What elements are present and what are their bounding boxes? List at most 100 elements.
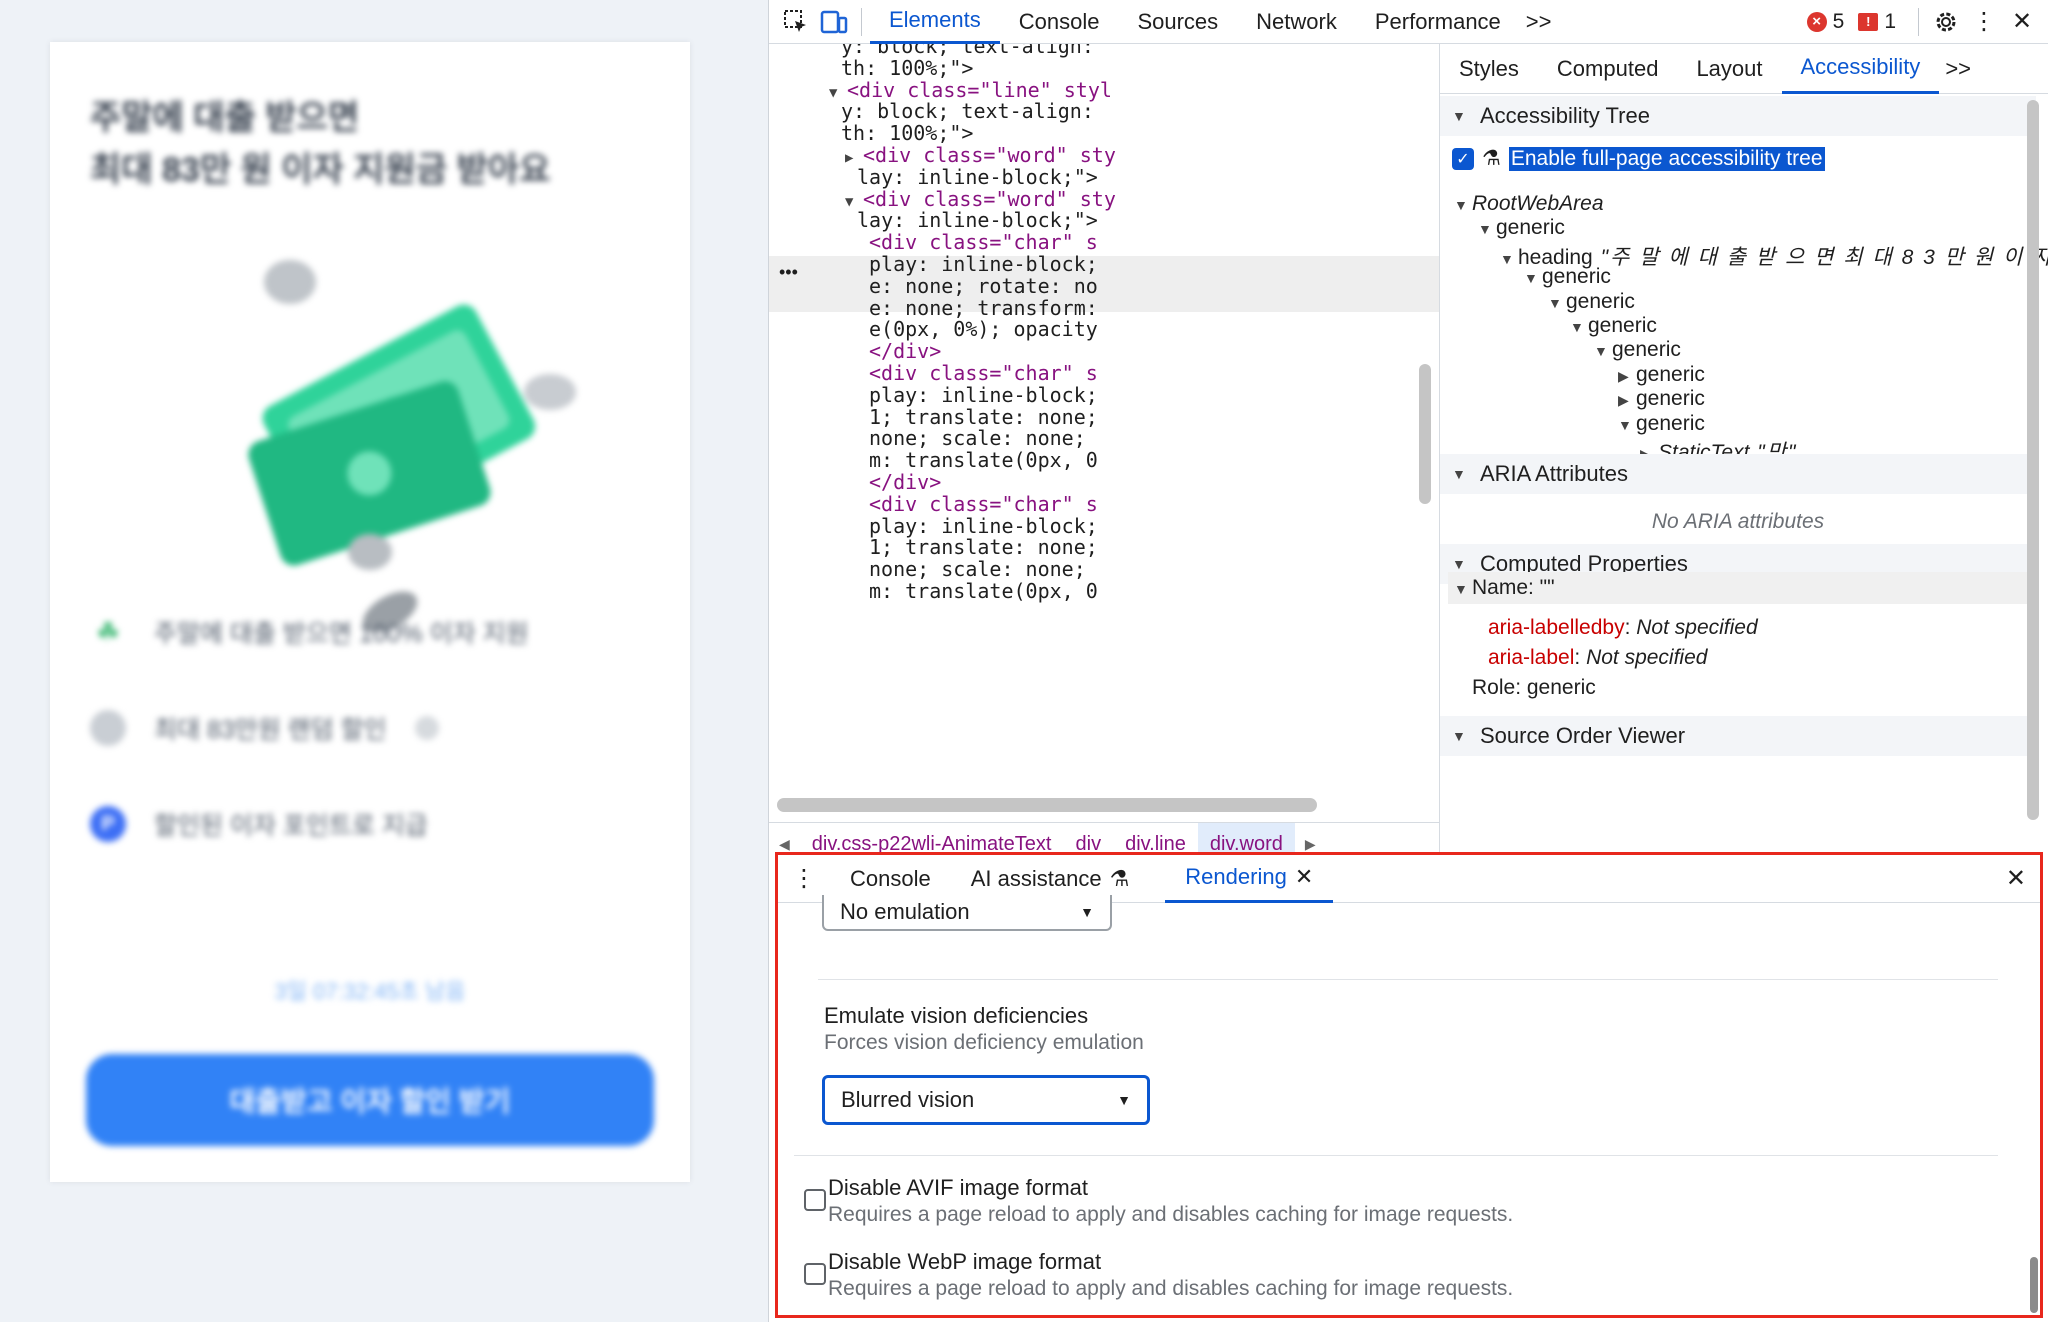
collapse-triangle-icon[interactable]: ▼	[845, 194, 863, 210]
device-toolbar-icon[interactable]	[815, 0, 853, 44]
collapse-triangle-icon[interactable]: ▼	[1454, 197, 1472, 213]
ax-tree-node[interactable]: ▶ generic	[1618, 363, 1705, 387]
dom-code-line[interactable]: none; scale: none;	[869, 426, 1086, 450]
disable-avif-checkbox-wrap[interactable]	[804, 1189, 826, 1217]
ax-tree-node[interactable]: ▼ generic	[1618, 412, 1705, 436]
row-actions-ellipsis-icon[interactable]: •••	[779, 262, 798, 283]
role-row: Role: generic	[1472, 676, 1596, 699]
collapse-triangle-icon[interactable]: ▼	[1478, 221, 1496, 237]
dom-code-line[interactable]: lay: inline-block;">	[857, 208, 1098, 232]
dom-code-line[interactable]: play: inline-block;	[869, 383, 1098, 407]
dom-code-line[interactable]: play: inline-block;	[869, 252, 1098, 276]
dom-code-line[interactable]: none; scale: none;	[869, 557, 1086, 581]
toolbar-divider	[1918, 7, 1919, 36]
dom-code-line[interactable]: </div>	[869, 339, 941, 363]
dom-code-line[interactable]: <div class="char" s	[869, 230, 1098, 254]
toolbar-divider	[861, 7, 862, 36]
elements-horizontal-scrollbar[interactable]	[777, 798, 1317, 812]
no-aria-message: No ARIA attributes	[1651, 510, 1825, 533]
computed-name-row[interactable]: ▼ Name: ""	[1448, 572, 2036, 604]
expand-triangle-icon[interactable]: ▶	[1618, 368, 1636, 385]
breadcrumb-item[interactable]: div	[1064, 833, 1114, 854]
dom-code-line[interactable]: e: none; transform:	[869, 296, 1098, 320]
tab-network[interactable]: Network	[1237, 0, 1356, 44]
dom-breadcrumb: ◀ div.css-p22wli-AnimateText div div.lin…	[769, 822, 1439, 854]
breadcrumb-item-selected[interactable]: div.word	[1197, 823, 1295, 854]
dom-code-line[interactable]: th: 100%;">	[841, 121, 973, 145]
tab-console[interactable]: Console	[1000, 0, 1119, 44]
dom-code-line[interactable]: <div class="char" s	[869, 492, 1098, 516]
dom-code-line[interactable]: ▼ <div class="line" styl	[829, 78, 1112, 102]
tab-styles[interactable]: Styles	[1440, 44, 1538, 94]
tab-performance[interactable]: Performance	[1356, 0, 1520, 44]
sidebar-more-tabs-button[interactable]: >>	[1939, 44, 1977, 94]
collapse-triangle-icon[interactable]: ▼	[1570, 319, 1588, 335]
dom-code-line[interactable]: th: 100%;">	[841, 56, 973, 80]
tab-sources[interactable]: Sources	[1118, 0, 1237, 44]
close-tab-icon[interactable]: ✕	[1295, 864, 1313, 890]
collapse-triangle-icon[interactable]: ▼	[1594, 343, 1612, 359]
drawer-vertical-scrollbar[interactable]	[2030, 1257, 2038, 1313]
section-accessibility-tree[interactable]: ▼ Accessibility Tree	[1440, 96, 2036, 136]
dom-code-line[interactable]: lay: inline-block;">	[857, 165, 1098, 189]
tab-accessibility[interactable]: Accessibility	[1781, 44, 1940, 94]
tab-layout[interactable]: Layout	[1677, 44, 1781, 94]
elements-dom-tree[interactable]: ••• y: block; text-align: th: 100%;"> ▼ <di…	[769, 44, 1439, 854]
elements-vertical-scrollbar[interactable]	[1419, 364, 1431, 504]
ax-tree-node[interactable]: ▼ generic	[1524, 265, 1611, 289]
ax-tree-node[interactable]: ▶ generic	[1618, 387, 1705, 411]
settings-gear-icon[interactable]	[1927, 0, 1965, 44]
dom-code-line[interactable]: m: translate(0px, 0	[869, 579, 1098, 603]
enable-full-tree-checkbox[interactable]: ✓	[1452, 147, 1474, 170]
section-aria-attributes[interactable]: ▼ ARIA Attributes	[1440, 454, 2036, 494]
dom-code-line[interactable]: </div>	[869, 470, 941, 494]
dom-code-line[interactable]: 1; translate: none;	[869, 405, 1098, 429]
more-tabs-button[interactable]: >>	[1520, 0, 1558, 44]
kebab-menu-icon[interactable]: ⋮	[1965, 0, 2003, 44]
vision-deficiency-select[interactable]: Blurred vision ▼	[822, 1075, 1150, 1125]
tab-elements[interactable]: Elements	[870, 0, 1000, 44]
collapse-triangle-icon[interactable]: ▼	[1524, 270, 1542, 286]
ax-tree-node[interactable]: ▼ generic	[1548, 290, 1635, 314]
disable-webp-checkbox[interactable]	[804, 1263, 826, 1285]
ax-tree-node[interactable]: ▼ RootWebArea	[1454, 192, 1604, 216]
dom-code-line[interactable]: ▶ <div class="word" sty	[845, 143, 1116, 167]
loan-cta-button[interactable]: 대출받고 이자 할인 받기	[86, 1054, 654, 1146]
disable-avif-checkbox[interactable]	[804, 1189, 826, 1211]
section-source-order-viewer[interactable]: ▼ Source Order Viewer	[1440, 716, 2036, 756]
dom-code-line[interactable]: 1; translate: none;	[869, 535, 1098, 559]
expand-triangle-icon[interactable]: ▶	[1618, 392, 1636, 409]
inspect-element-icon[interactable]	[777, 0, 815, 44]
breadcrumb-item[interactable]: div.css-p22wli-AnimateText	[800, 833, 1064, 854]
dom-code-line[interactable]: e(0px, 0%); opacity	[869, 317, 1098, 341]
collapse-triangle-icon: ▼	[1452, 556, 1466, 572]
breadcrumb-item[interactable]: div.line	[1113, 833, 1198, 854]
ax-tree-node[interactable]: ▼ generic	[1570, 314, 1657, 338]
close-drawer-icon[interactable]: ✕	[1992, 855, 2040, 903]
ax-tree-node[interactable]: ▼ generic	[1478, 216, 1565, 240]
tab-computed[interactable]: Computed	[1538, 44, 1678, 94]
enable-full-tree-option[interactable]: ✓ ⚗ Enable full-page accessibility tree	[1452, 146, 1825, 171]
dom-code-line[interactable]: y: block; text-align:	[841, 99, 1094, 123]
collapse-triangle-icon[interactable]: ▼	[1618, 417, 1636, 433]
media-emulation-select[interactable]: No emulation ▼	[822, 895, 1112, 931]
collapse-triangle-icon[interactable]: ▼	[1548, 295, 1566, 311]
dom-code-line[interactable]: play: inline-block;	[869, 514, 1098, 538]
close-devtools-icon[interactable]: ✕	[2003, 0, 2041, 44]
breadcrumb-scroll-left-icon[interactable]: ◀	[769, 836, 800, 853]
breadcrumb-scroll-right-icon[interactable]: ▶	[1295, 836, 1326, 853]
collapse-triangle-icon[interactable]: ▼	[1500, 251, 1518, 267]
error-count-badge[interactable]: × 5	[1806, 10, 1844, 34]
sidebar-vertical-scrollbar[interactable]	[2027, 100, 2039, 820]
expand-triangle-icon[interactable]: ▶	[845, 150, 863, 166]
ax-tree-node[interactable]: ▼ generic	[1594, 338, 1681, 362]
collapse-triangle-icon[interactable]: ▼	[829, 85, 847, 101]
issues-count-badge[interactable]: ! 1	[1858, 10, 1896, 34]
dom-code-line[interactable]: m: translate(0px, 0	[869, 448, 1098, 472]
countdown-timer: 3일 07:32:45초 남음	[274, 979, 466, 1004]
drawer-tab-rendering[interactable]: Rendering ✕	[1165, 855, 1334, 903]
disable-webp-checkbox-wrap[interactable]	[804, 1263, 826, 1291]
dom-code-line[interactable]: e: none; rotate: no	[869, 274, 1098, 298]
dom-code-line[interactable]: ▼ <div class="word" sty	[845, 187, 1116, 211]
dom-code-line[interactable]: <div class="char" s	[869, 361, 1098, 385]
